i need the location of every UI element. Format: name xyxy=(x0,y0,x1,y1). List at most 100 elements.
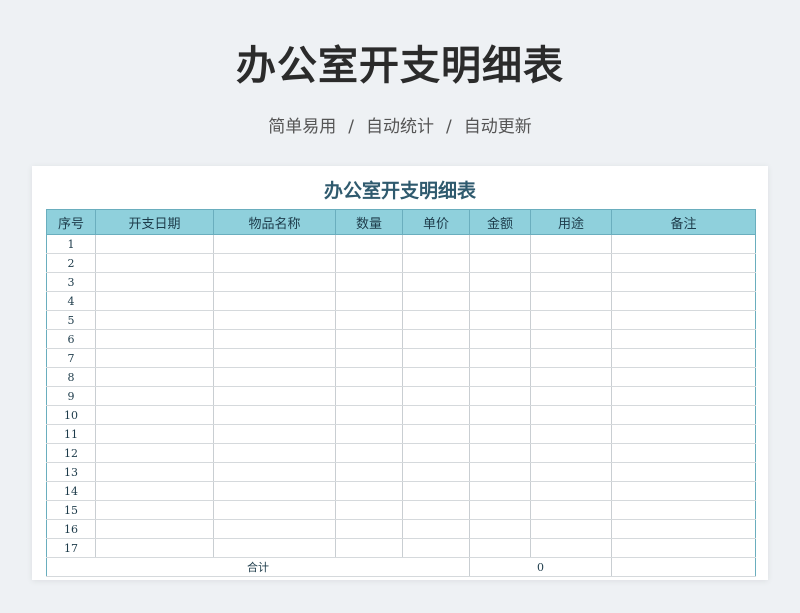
table-cell[interactable] xyxy=(611,500,756,520)
row-number[interactable]: 7 xyxy=(46,348,96,368)
table-cell[interactable] xyxy=(335,538,403,558)
table-cell[interactable] xyxy=(95,310,214,330)
table-cell[interactable] xyxy=(213,424,336,444)
row-number[interactable]: 10 xyxy=(46,405,96,425)
table-cell[interactable] xyxy=(402,367,470,387)
table-cell[interactable] xyxy=(95,253,214,273)
table-cell[interactable] xyxy=(335,253,403,273)
table-cell[interactable] xyxy=(611,367,756,387)
table-cell[interactable] xyxy=(335,424,403,444)
table-cell[interactable] xyxy=(95,424,214,444)
table-cell[interactable] xyxy=(469,253,531,273)
table-cell[interactable] xyxy=(611,462,756,482)
row-number[interactable]: 1 xyxy=(46,234,96,254)
table-cell[interactable] xyxy=(530,519,612,539)
table-cell[interactable] xyxy=(611,538,756,558)
table-cell[interactable] xyxy=(335,310,403,330)
table-cell[interactable] xyxy=(402,272,470,292)
table-cell[interactable] xyxy=(469,462,531,482)
table-cell[interactable] xyxy=(213,443,336,463)
table-cell[interactable] xyxy=(213,272,336,292)
table-cell[interactable] xyxy=(335,386,403,406)
table-cell[interactable] xyxy=(402,462,470,482)
table-cell[interactable] xyxy=(611,253,756,273)
table-cell[interactable] xyxy=(95,367,214,387)
table-cell[interactable] xyxy=(402,291,470,311)
table-cell[interactable] xyxy=(530,481,612,501)
table-cell[interactable] xyxy=(402,500,470,520)
table-cell[interactable] xyxy=(530,253,612,273)
table-cell[interactable] xyxy=(402,519,470,539)
table-cell[interactable] xyxy=(469,329,531,349)
table-cell[interactable] xyxy=(611,310,756,330)
table-cell[interactable] xyxy=(402,348,470,368)
row-number[interactable]: 14 xyxy=(46,481,96,501)
row-number[interactable]: 5 xyxy=(46,310,96,330)
table-cell[interactable] xyxy=(95,519,214,539)
table-cell[interactable] xyxy=(335,348,403,368)
row-number[interactable]: 16 xyxy=(46,519,96,539)
table-cell[interactable] xyxy=(213,291,336,311)
row-number[interactable]: 4 xyxy=(46,291,96,311)
table-cell[interactable] xyxy=(335,405,403,425)
table-cell[interactable] xyxy=(530,538,612,558)
table-cell[interactable] xyxy=(213,386,336,406)
table-cell[interactable] xyxy=(611,481,756,501)
table-cell[interactable] xyxy=(335,367,403,387)
table-cell[interactable] xyxy=(335,462,403,482)
table-cell[interactable] xyxy=(213,481,336,501)
table-cell[interactable] xyxy=(402,310,470,330)
row-number[interactable]: 9 xyxy=(46,386,96,406)
table-cell[interactable] xyxy=(611,424,756,444)
table-cell[interactable] xyxy=(402,481,470,501)
table-cell[interactable] xyxy=(335,329,403,349)
table-cell[interactable] xyxy=(213,348,336,368)
table-cell[interactable] xyxy=(469,538,531,558)
table-cell[interactable] xyxy=(611,234,756,254)
table-cell[interactable] xyxy=(530,272,612,292)
table-cell[interactable] xyxy=(213,329,336,349)
table-cell[interactable] xyxy=(469,234,531,254)
table-cell[interactable] xyxy=(402,443,470,463)
table-cell[interactable] xyxy=(213,367,336,387)
table-cell[interactable] xyxy=(335,519,403,539)
table-cell[interactable] xyxy=(469,310,531,330)
table-cell[interactable] xyxy=(95,234,214,254)
table-cell[interactable] xyxy=(530,443,612,463)
table-cell[interactable] xyxy=(611,348,756,368)
row-number[interactable]: 12 xyxy=(46,443,96,463)
table-cell[interactable] xyxy=(213,253,336,273)
table-cell[interactable] xyxy=(530,367,612,387)
table-cell[interactable] xyxy=(469,481,531,501)
table-cell[interactable] xyxy=(335,272,403,292)
table-cell[interactable] xyxy=(469,443,531,463)
table-cell[interactable] xyxy=(611,329,756,349)
table-cell[interactable] xyxy=(402,405,470,425)
table-cell[interactable] xyxy=(611,405,756,425)
table-cell[interactable] xyxy=(95,386,214,406)
table-cell[interactable] xyxy=(611,386,756,406)
table-cell[interactable] xyxy=(95,443,214,463)
table-cell[interactable] xyxy=(213,462,336,482)
row-number[interactable]: 2 xyxy=(46,253,96,273)
table-cell[interactable] xyxy=(469,386,531,406)
table-cell[interactable] xyxy=(469,367,531,387)
table-cell[interactable] xyxy=(335,500,403,520)
table-cell[interactable] xyxy=(95,291,214,311)
table-cell[interactable] xyxy=(402,538,470,558)
row-number[interactable]: 6 xyxy=(46,329,96,349)
table-cell[interactable] xyxy=(402,329,470,349)
row-number[interactable]: 17 xyxy=(46,538,96,558)
table-cell[interactable] xyxy=(335,234,403,254)
table-cell[interactable] xyxy=(213,500,336,520)
row-number[interactable]: 8 xyxy=(46,367,96,387)
table-cell[interactable] xyxy=(611,519,756,539)
table-cell[interactable] xyxy=(95,329,214,349)
table-cell[interactable] xyxy=(95,538,214,558)
row-number[interactable]: 15 xyxy=(46,500,96,520)
table-cell[interactable] xyxy=(530,348,612,368)
table-cell[interactable] xyxy=(611,443,756,463)
table-cell[interactable] xyxy=(95,405,214,425)
table-cell[interactable] xyxy=(335,291,403,311)
table-cell[interactable] xyxy=(611,272,756,292)
